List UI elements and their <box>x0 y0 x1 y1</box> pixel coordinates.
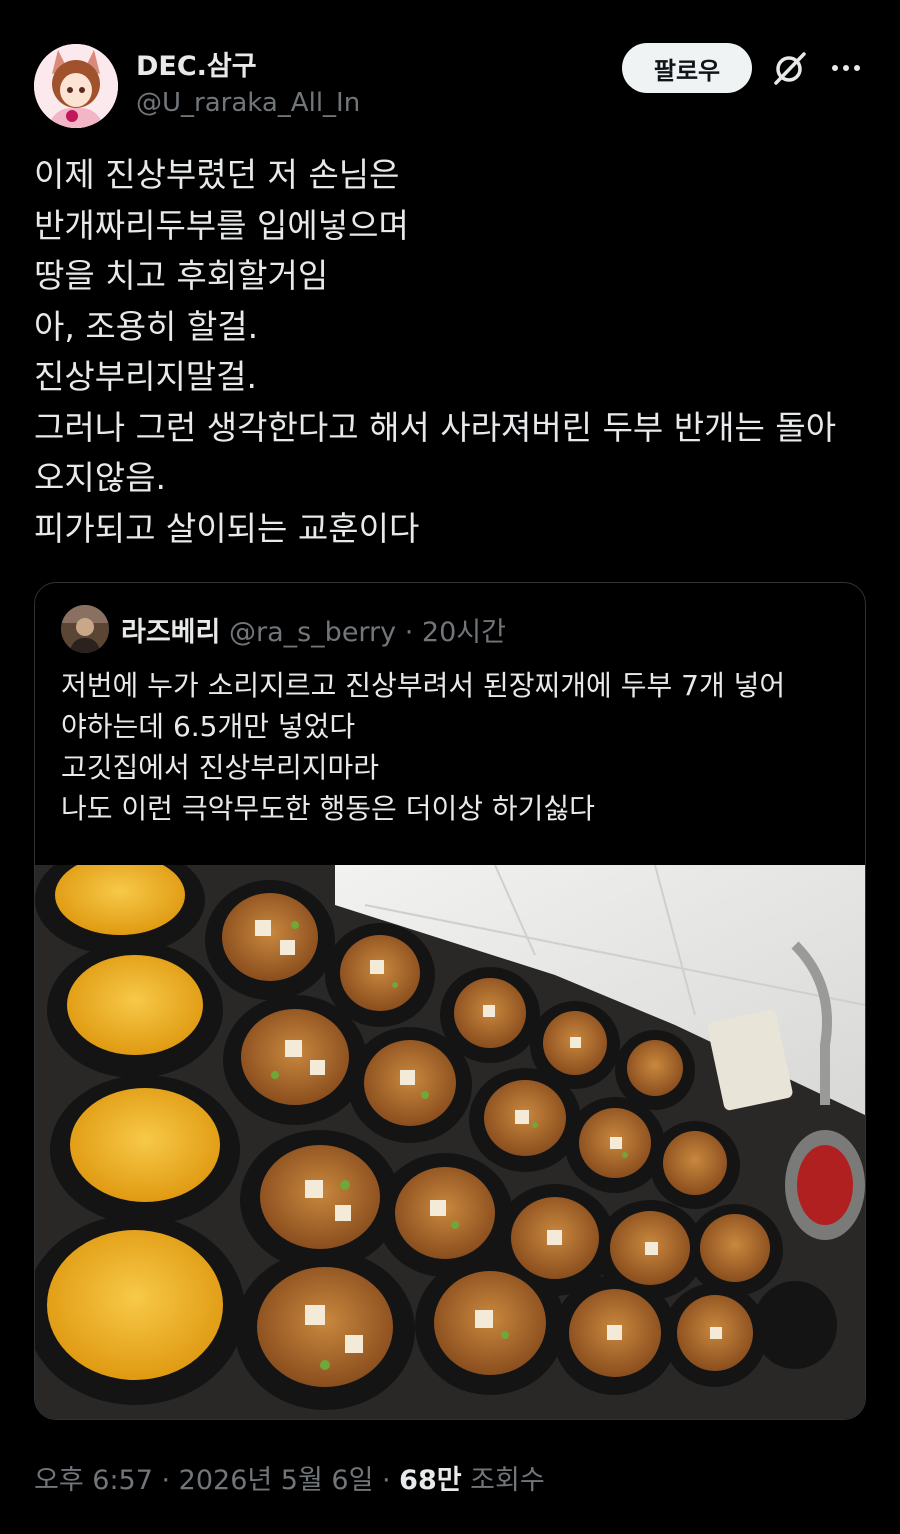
separator-dot: · <box>404 617 414 648</box>
separator-dot: · <box>152 1465 179 1496</box>
quote-timestamp: 20시간 <box>421 617 506 648</box>
separator-dot: · <box>373 1465 400 1496</box>
views-label: 조회수 <box>461 1465 545 1496</box>
tweet-date[interactable]: 2026년 5월 6일 <box>179 1465 374 1496</box>
views-count: 68만 <box>399 1465 462 1496</box>
grok-icon[interactable] <box>770 48 810 88</box>
author-avatar[interactable] <box>34 44 118 128</box>
tweet-line: 진상부리지말걸. <box>34 357 258 396</box>
tweet-line: 피가되고 살이되는 교훈이다 <box>34 508 420 548</box>
tweet-line: 그러나 그런 생각한다고 해서 사라져버린 두부 반개는 돌아 <box>34 407 837 447</box>
tweet-header: DEC.삼구 @U_raraka_All_In 팔로우 <box>34 40 874 130</box>
author-handle[interactable]: @U_raraka_All_In <box>136 88 360 118</box>
quote-line: 고깃집에서 진상부리지마라 <box>61 751 380 784</box>
quote-author-avatar <box>61 605 109 653</box>
tweet-line: 오지않음. <box>34 458 166 497</box>
tweet-line: 땅을 치고 후회할거임 <box>34 256 329 295</box>
quote-photo[interactable] <box>35 865 865 1419</box>
quote-line: 저번에 누가 소리지르고 진상부려서 된장찌개에 두부 7개 넣어 <box>61 669 786 702</box>
quote-line: 야하는데 6.5개만 넣었다 <box>61 710 356 743</box>
more-icon[interactable] <box>826 50 866 86</box>
quote-author-handle: @ra_s_berry <box>228 617 397 648</box>
tweet-line: 아, 조용히 할걸. <box>34 306 259 346</box>
quote-header: 라즈베리 @ra_s_berry · 20시간 <box>121 610 506 649</box>
tweet-time[interactable]: 오후 6:57 <box>34 1465 153 1496</box>
tweet-line: 반개짜리두부를 입에넣으며 <box>34 205 409 245</box>
tweet-text: 이제 진상부렸던 저 손님은 반개짜리두부를 입에넣으며 땅을 치고 후회할거임… <box>34 150 874 554</box>
tweet-meta: 오후 6:57 · 2026년 5월 6일 · 68만 조회수 <box>34 1458 545 1497</box>
follow-button[interactable]: 팔로우 <box>622 43 752 93</box>
quote-author-name: 라즈베리 <box>121 617 221 648</box>
quote-line: 나도 이런 극악무도한 행동은 더이상 하기싫다 <box>61 792 595 825</box>
quote-text: 저번에 누가 소리지르고 진상부려서 된장찌개에 두부 7개 넣어 야하는데 6… <box>61 665 851 829</box>
author-name[interactable]: DEC.삼구 <box>136 44 257 83</box>
tweet-line: 이제 진상부렸던 저 손님은 <box>34 155 400 194</box>
quoted-tweet[interactable]: 라즈베리 @ra_s_berry · 20시간 저번에 누가 소리지르고 진상부… <box>34 582 866 1420</box>
